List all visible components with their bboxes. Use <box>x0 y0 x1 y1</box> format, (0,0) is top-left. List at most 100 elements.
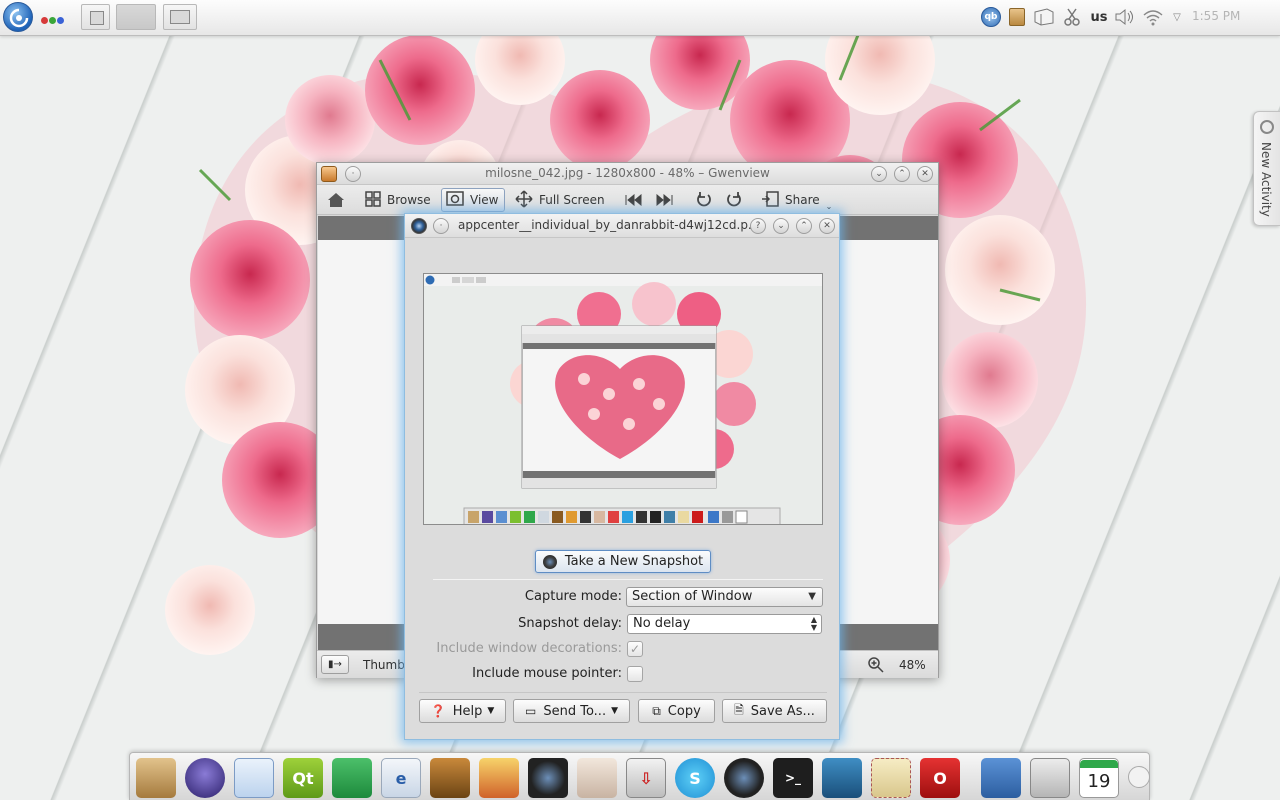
snapshot-preview[interactable] <box>423 273 823 525</box>
volume-icon[interactable] <box>1113 6 1137 28</box>
gwenview-title: milosne_042.jpg - 1280x800 - 48% – Gwenv… <box>485 166 770 180</box>
ksnapshot-app-icon[interactable] <box>411 218 427 234</box>
take-snapshot-label: Take a New Snapshot <box>564 554 704 569</box>
device-notifier-icon[interactable] <box>1032 6 1056 28</box>
camera-icon[interactable] <box>528 758 568 798</box>
share-button[interactable]: Share ⌄ <box>757 188 836 212</box>
trash-icon[interactable] <box>1030 758 1070 798</box>
spin-arrows-icon: ▲ ▼ <box>810 615 817 632</box>
eye-icon[interactable] <box>577 758 617 798</box>
gwenview-titlebar[interactable]: · milosne_042.jpg - 1280x800 - 48% – Gwe… <box>317 163 938 185</box>
wireshark-icon[interactable] <box>822 758 862 798</box>
save-as-label: Save As... <box>750 703 815 719</box>
snapshot-delay-value: No delay <box>633 616 691 631</box>
mail-client-icon[interactable] <box>871 758 911 798</box>
include-decorations-checkbox[interactable]: ✓ <box>627 641 643 657</box>
wifi-icon[interactable] <box>1141 6 1165 28</box>
pager-desktop-2[interactable] <box>116 4 156 30</box>
scissors-icon[interactable] <box>1062 6 1082 28</box>
include-pointer-checkbox[interactable] <box>627 666 643 682</box>
take-new-snapshot-button[interactable]: Take a New Snapshot <box>535 550 711 573</box>
new-activity-tab[interactable]: New Activity <box>1253 111 1280 226</box>
green-dot-icon <box>49 17 56 24</box>
film-reel-icon[interactable] <box>430 758 470 798</box>
separator <box>433 579 823 580</box>
calendar-icon[interactable]: 19 <box>1079 758 1119 798</box>
ksnapshot-titlebar[interactable]: · appcenter__individual_by_danrabbit-d4w… <box>405 214 839 238</box>
send-to-button[interactable]: ▭ Send To... ▼ <box>513 699 630 723</box>
capture-mode-value: Section of Window <box>632 589 753 604</box>
snapshot-delay-spinbox[interactable]: No delay ▲ ▼ <box>627 614 822 634</box>
application-dock: Qt e ⇩ S >_ O 19 <box>129 752 1150 800</box>
system-settings-icon[interactable] <box>981 758 1021 798</box>
tray-expand-chevron-icon[interactable]: ▽ <box>1170 6 1184 28</box>
send-to-label: Send To... <box>543 703 607 719</box>
capture-mode-select[interactable]: Section of Window ▼ <box>626 587 823 607</box>
pager-desktop-3[interactable] <box>163 4 197 30</box>
toggle-sidebar-button[interactable]: ▮→ <box>321 655 349 674</box>
opera-icon[interactable]: O <box>920 758 960 798</box>
full-screen-button[interactable]: Full Screen <box>511 188 609 212</box>
view-button[interactable]: View <box>441 188 505 212</box>
chevron-down-icon: ▼ <box>487 706 495 716</box>
ksnapshot-title: appcenter__individual_by_danrabbit-d4wj1… <box>458 218 760 232</box>
web-browser-icon[interactable]: e <box>381 758 421 798</box>
fullscreen-icon <box>515 189 533 211</box>
help-icon: ❓ <box>430 704 446 718</box>
help-question-button[interactable]: ? <box>750 218 766 234</box>
minimize-button[interactable]: ⌄ <box>773 218 789 234</box>
browse-label: Browse <box>387 193 431 207</box>
zoom-percentage[interactable]: 48% <box>899 658 926 672</box>
previous-image-button[interactable] <box>621 188 647 212</box>
save-as-button[interactable]: 🗎 Save As... <box>722 699 827 723</box>
save-as-icon: 🗎 <box>734 702 744 717</box>
klipper-tray-icon[interactable] <box>1007 6 1027 28</box>
video-editor-icon[interactable] <box>332 758 372 798</box>
terminal-icon[interactable]: >_ <box>773 758 813 798</box>
activity-manager-button[interactable] <box>41 13 67 24</box>
chevron-down-icon: ⌄ <box>825 201 833 211</box>
rotate-left-button[interactable] <box>691 188 717 212</box>
minimize-button[interactable]: ⌄ <box>871 166 887 182</box>
dock-settings-button[interactable] <box>1128 766 1150 788</box>
ksnapshot-dialog: · appcenter__individual_by_danrabbit-d4w… <box>404 213 840 740</box>
red-dot-icon <box>41 17 48 24</box>
copy-label: Copy <box>667 703 701 719</box>
include-pointer-label: Include mouse pointer: <box>472 666 622 681</box>
help-button[interactable]: ❓ Help ▼ <box>419 699 506 723</box>
snapshot-preview-image <box>424 274 822 524</box>
view-icon <box>446 190 464 210</box>
browse-button[interactable]: Browse <box>361 188 435 212</box>
copy-button[interactable]: ⧉ Copy <box>638 699 715 723</box>
package-installer-icon[interactable] <box>136 758 176 798</box>
download-manager-icon[interactable]: ⇩ <box>626 758 666 798</box>
eclipse-icon[interactable] <box>185 758 225 798</box>
skip-back-icon <box>625 194 642 206</box>
document-viewer-icon[interactable] <box>234 758 274 798</box>
qbittorrent-tray-icon[interactable]: qb <box>980 6 1002 28</box>
maximize-button[interactable]: ⌃ <box>894 166 910 182</box>
next-image-button[interactable] <box>651 188 677 212</box>
paint-palette-icon[interactable] <box>479 758 519 798</box>
rotate-right-button[interactable] <box>721 188 747 212</box>
activity-icon <box>1260 120 1274 134</box>
home-button[interactable] <box>323 188 349 212</box>
keyboard-layout-indicator[interactable]: us <box>1087 6 1111 28</box>
view-label: View <box>470 193 499 207</box>
qt-creator-icon[interactable]: Qt <box>283 758 323 798</box>
share-label: Share <box>785 193 820 207</box>
pager-desktop-1[interactable] <box>81 4 110 30</box>
kde-logo-icon <box>9 8 29 28</box>
skype-icon[interactable]: S <box>675 758 715 798</box>
ksnapshot-icon[interactable] <box>724 758 764 798</box>
keep-above-button[interactable]: · <box>433 218 449 234</box>
full-screen-label: Full Screen <box>539 193 605 207</box>
digital-clock[interactable]: 1:55 PM <box>1192 9 1240 23</box>
close-button[interactable]: ✕ <box>819 218 835 234</box>
close-button[interactable]: ✕ <box>917 166 933 182</box>
maximize-button[interactable]: ⌃ <box>796 218 812 234</box>
skip-forward-icon <box>656 194 673 206</box>
application-launcher-button[interactable] <box>3 2 33 32</box>
rotate-left-icon <box>697 192 711 207</box>
zoom-icon[interactable] <box>868 657 884 676</box>
